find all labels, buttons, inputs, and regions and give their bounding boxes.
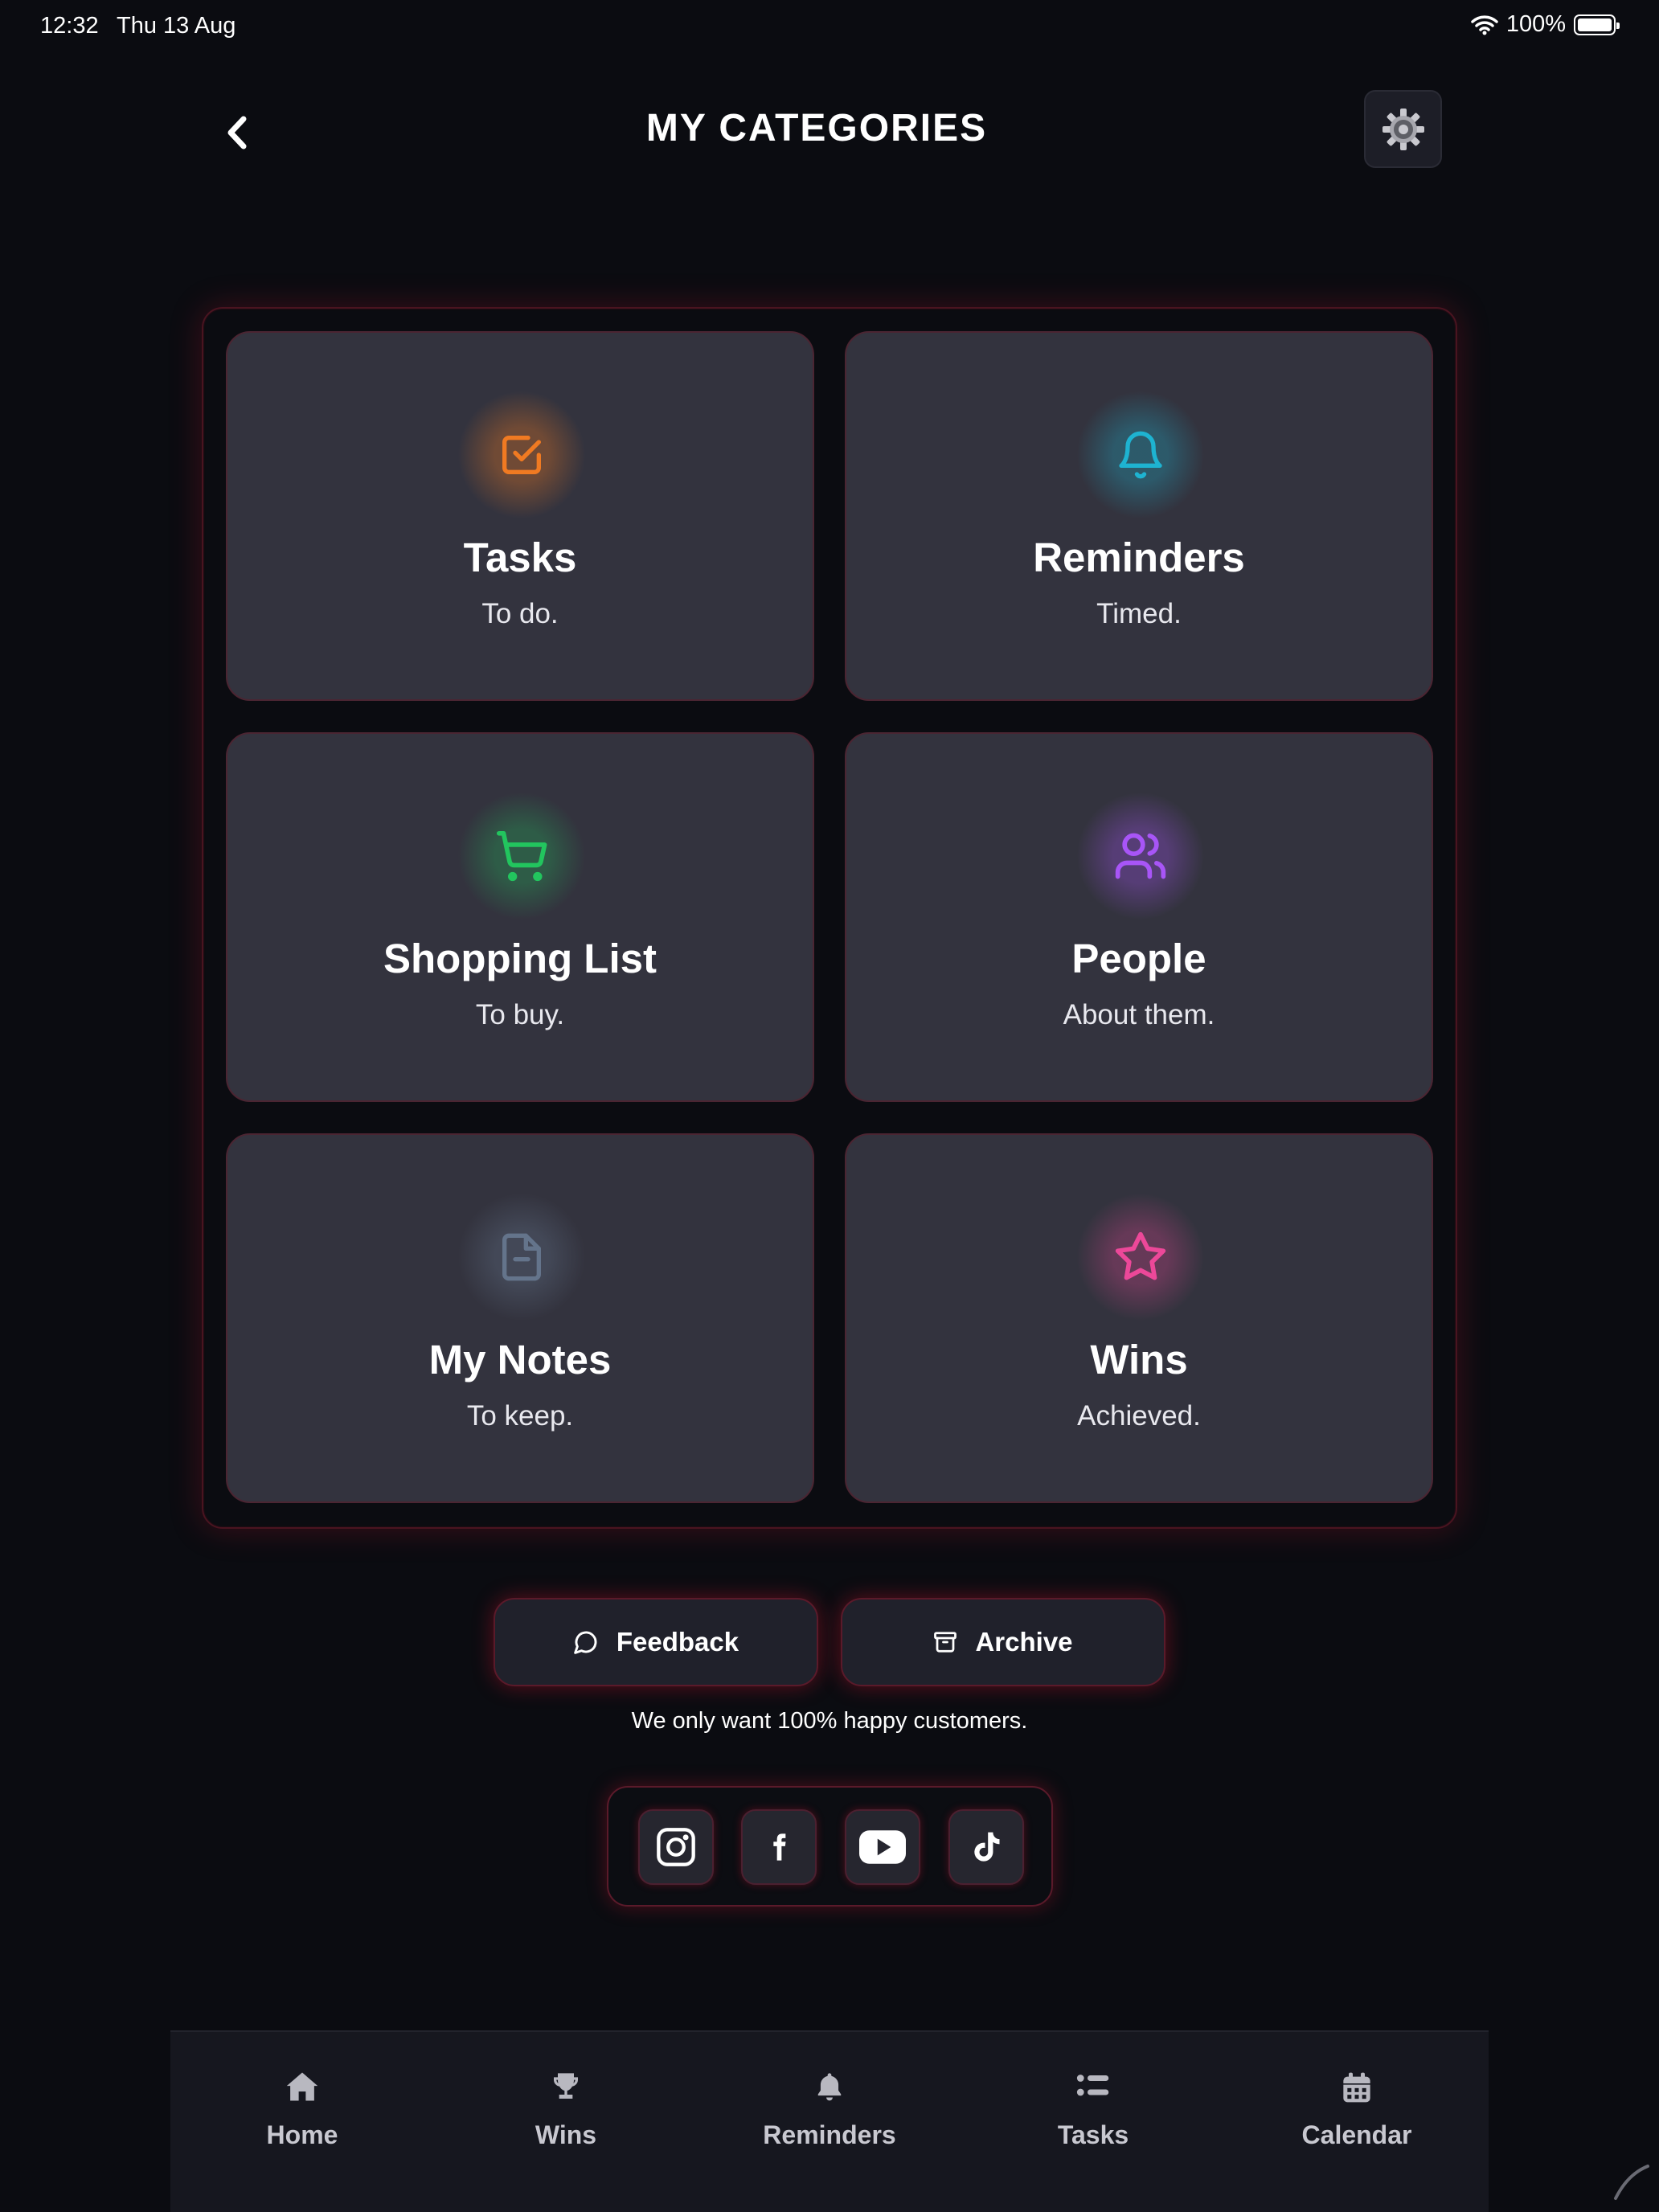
settings-button[interactable] [1364,90,1442,168]
status-bar: 12:32 Thu 13 Aug 100% [0,0,1659,51]
archive-label: Archive [975,1627,1073,1657]
category-card-shopping-list[interactable]: Shopping List To buy. [226,732,814,1102]
category-card-people[interactable]: People About them. [845,732,1433,1102]
battery-icon [1574,14,1620,35]
category-title: Reminders [1033,535,1245,580]
tab-home[interactable]: Home [222,2032,383,2161]
tab-label: Tasks [1057,2120,1129,2149]
category-subtitle: About them. [1063,999,1215,1030]
calendar-icon [1343,2072,1370,2103]
status-date: Thu 13 Aug [117,13,236,39]
category-title: Tasks [463,535,577,580]
trophy-icon [554,2073,578,2099]
users-icon [1076,792,1205,920]
facebook-button[interactable] [741,1809,817,1885]
corner-gesture-indicator [1614,2165,1649,2200]
tagline: We only want 100% happy customers. [631,1708,1028,1734]
archive-button[interactable]: Archive [841,1598,1165,1686]
youtube-button[interactable] [845,1809,920,1885]
instagram-button[interactable] [638,1809,714,1885]
checkbox-icon [457,391,586,519]
status-time: 12:32 [40,13,99,39]
tiktok-icon [974,1832,1000,1862]
category-card-my-notes[interactable]: My Notes To keep. [226,1133,814,1503]
category-title: People [1071,936,1206,981]
cart-icon [457,792,586,920]
list-icon [1076,2075,1109,2096]
category-subtitle: To keep. [466,1400,574,1432]
tab-wins[interactable]: Wins [485,2032,646,2161]
tab-label: Home [266,2120,338,2149]
social-links [607,1786,1053,1907]
header: MY CATEGORIES [0,80,1659,177]
feedback-button[interactable]: Feedback [494,1598,818,1686]
tab-bar: Home Wins Reminders Tasks Calendar [170,2030,1489,2212]
tab-tasks[interactable]: Tasks [1013,2032,1174,2161]
star-icon [1076,1193,1205,1321]
tab-label: Wins [535,2120,597,2149]
categories-panel: Tasks To do. Reminders Timed. Shopping L… [202,307,1457,1529]
tab-calendar[interactable]: Calendar [1276,2032,1437,2161]
gear-icon [1382,108,1424,150]
tab-reminders[interactable]: Reminders [749,2032,910,2161]
category-card-reminders[interactable]: Reminders Timed. [845,331,1433,701]
archive-icon [934,1632,957,1653]
category-title: Shopping List [383,936,657,981]
bell-icon [1076,391,1205,519]
feedback-label: Feedback [616,1627,739,1657]
wifi-icon [1471,14,1498,35]
instagram-icon [657,1828,695,1866]
battery-percent: 100% [1505,11,1566,37]
document-icon [457,1193,586,1321]
category-subtitle: Achieved. [1077,1400,1201,1432]
category-subtitle: To do. [481,598,559,629]
chat-bubble-icon [574,1631,597,1654]
tab-label: Calendar [1301,2120,1412,2149]
youtube-icon [859,1830,906,1864]
facebook-icon [773,1833,786,1861]
category-card-wins[interactable]: Wins Achieved. [845,1133,1433,1503]
bell-icon [817,2073,842,2101]
category-subtitle: Timed. [1096,598,1182,629]
home-icon [286,2072,318,2101]
category-subtitle: To buy. [475,999,565,1030]
tab-label: Reminders [763,2120,896,2149]
category-card-tasks[interactable]: Tasks To do. [226,331,814,701]
category-title: My Notes [428,1337,612,1382]
status-right: 100% [1471,11,1620,38]
tiktok-button[interactable] [948,1809,1024,1885]
category-title: Wins [1090,1337,1188,1382]
